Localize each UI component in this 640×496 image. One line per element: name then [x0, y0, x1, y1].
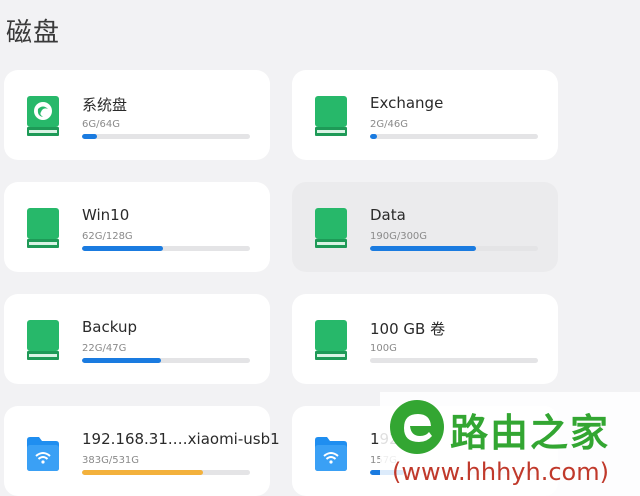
disk-usage-bar — [82, 246, 250, 251]
disk-card-system[interactable]: 系统盘 6G/64G — [4, 70, 270, 160]
watermark: 路由之家 (www.hhhyh.com) — [380, 392, 640, 496]
disk-name: Data — [370, 206, 406, 224]
watermark-url: (www.hhhyh.com) — [392, 458, 609, 486]
disk-usage-fill — [370, 246, 476, 251]
disk-usage-fill — [370, 134, 377, 139]
disk-card-network-usb1[interactable]: 192.168.31.…xiaomi-usb1 383G/531G — [4, 406, 280, 496]
page-title: 磁盘 — [6, 18, 61, 48]
disk-usage-bar — [82, 470, 250, 475]
disk-usage-fill — [82, 246, 163, 251]
disk-card-win10[interactable]: Win10 62G/128G — [4, 182, 270, 272]
disk-card-100gb-volume[interactable]: 100 GB 卷 100G — [292, 294, 558, 384]
network-folder-icon — [315, 437, 347, 471]
disk-usage: 190G/300G — [370, 231, 428, 242]
disk-card-data[interactable]: Data 190G/300G — [292, 182, 558, 272]
disk-name: Exchange — [370, 94, 444, 112]
disk-usage: 62G/128G — [82, 231, 133, 242]
drive-icon — [315, 96, 347, 136]
disk-usage: 22G/47G — [82, 343, 127, 354]
network-folder-icon — [27, 437, 59, 471]
disk-usage-bar — [82, 358, 250, 363]
disk-card-backup[interactable]: Backup 22G/47G — [4, 294, 270, 384]
disk-name: Win10 — [82, 206, 130, 224]
disk-usage-fill — [82, 358, 161, 363]
watermark-logo-icon — [390, 400, 444, 454]
disk-usage-bar — [82, 134, 250, 139]
disk-usage: 2G/46G — [370, 119, 408, 130]
drive-icon — [27, 320, 59, 360]
watermark-text: 路由之家 — [450, 411, 611, 455]
drive-icon — [315, 320, 347, 360]
disk-usage-bar — [370, 134, 538, 139]
disk-card-exchange[interactable]: Exchange 2G/46G — [292, 70, 558, 160]
disk-name: Backup — [82, 318, 137, 336]
disk-usage: 6G/64G — [82, 119, 120, 130]
disk-usage: 100G — [370, 343, 397, 354]
disk-usage-fill — [82, 470, 203, 475]
drive-icon — [315, 208, 347, 248]
system-drive-icon — [27, 96, 59, 136]
disk-usage: 383G/531G — [82, 455, 140, 466]
disk-name: 192.168.31.…xiaomi-usb1 — [82, 430, 280, 448]
disk-usage-bar — [370, 246, 538, 251]
disk-name: 系统盘 — [82, 96, 128, 114]
disk-usage-bar — [370, 358, 538, 363]
disk-usage-fill — [82, 134, 98, 139]
drive-icon — [27, 208, 59, 248]
disk-name: 100 GB 卷 — [370, 320, 446, 338]
